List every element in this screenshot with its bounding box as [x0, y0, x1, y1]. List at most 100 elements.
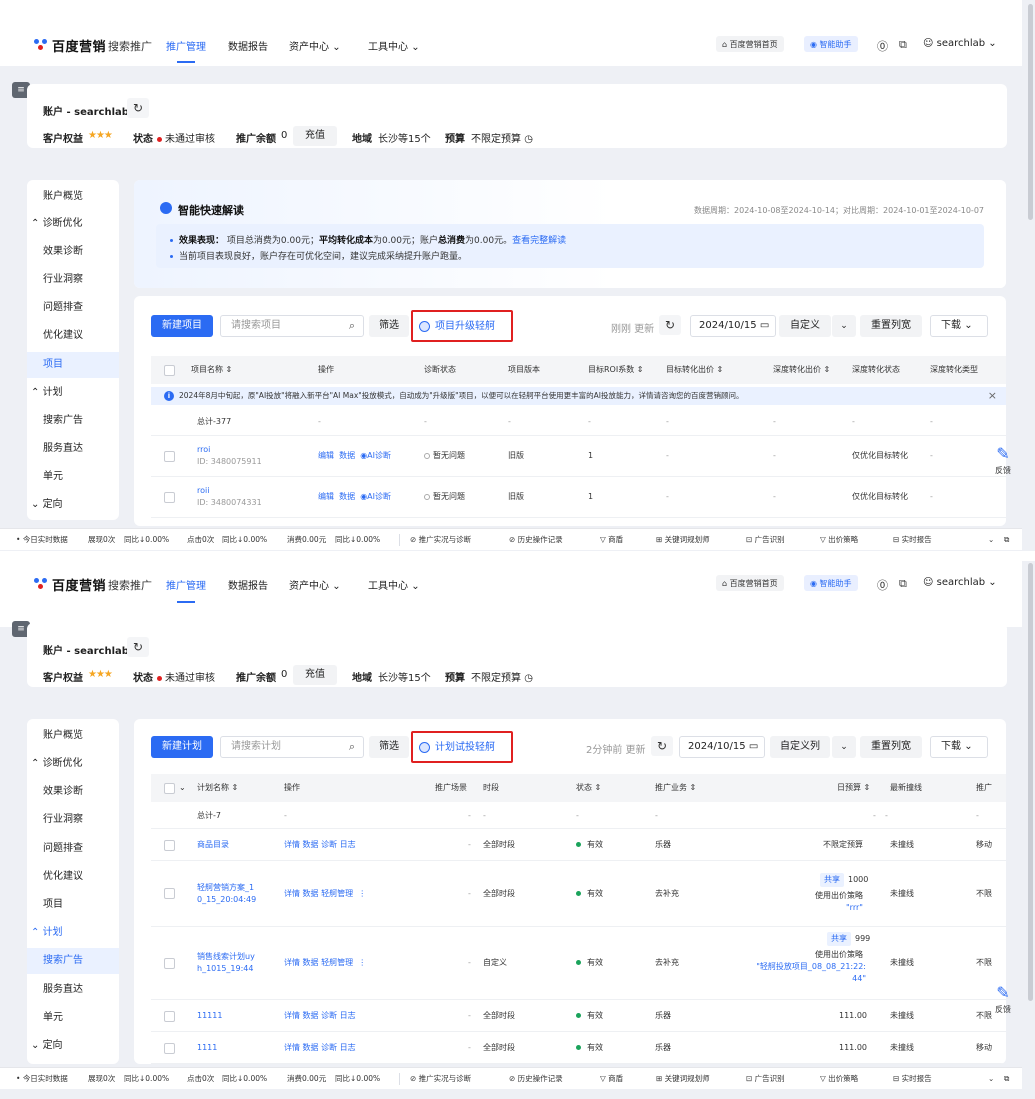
chevron-down-icon[interactable]: ⌄ — [179, 774, 186, 802]
daily-budget[interactable]: 111.00 — [839, 1042, 867, 1054]
sidebar-group-targeting[interactable]: ⌄ 定向 — [27, 492, 119, 518]
plan-search-input[interactable]: 请搜索计划 ⌕ — [220, 736, 364, 758]
tool-keyword-planner[interactable]: ⊞ 关键词规划师 — [656, 1073, 710, 1085]
tool-realtime-report[interactable]: ⊟ 实时报告 — [893, 534, 932, 546]
bid-strategy-link[interactable]: "rrr" — [846, 902, 863, 914]
download-button[interactable]: 下载 ⌄ — [930, 736, 988, 758]
copy-icon[interactable]: ⧉ — [899, 577, 907, 591]
nav-promotion-management[interactable]: 推广管理 — [166, 577, 206, 592]
row-checkbox[interactable] — [164, 840, 175, 851]
search-icon[interactable]: ⌕ — [349, 737, 355, 757]
smart-assistant-button[interactable]: ◉ 智能助手 — [804, 36, 858, 52]
custom-columns-button[interactable]: 自定义列 — [770, 736, 830, 758]
sidebar-item-unit[interactable]: 单元 — [27, 1005, 119, 1031]
chevron-down-icon[interactable]: ⌄ — [988, 1073, 994, 1085]
qingge-manage-link[interactable]: 轻舸管理 — [321, 958, 353, 967]
sidebar-item-industry-insight[interactable]: 行业洞察 — [27, 267, 119, 293]
data-link[interactable]: 数据 — [303, 1011, 319, 1020]
plan-trial-button[interactable]: 计划试投轻舸 — [419, 740, 495, 756]
tool-ad-recognition[interactable]: ⊡ 广告识别 — [746, 1073, 785, 1085]
daily-budget[interactable]: 不限定预算 — [823, 839, 863, 851]
region-value[interactable]: 长沙等15个 — [378, 130, 431, 145]
nav-data-report[interactable]: 数据报告 — [228, 38, 268, 53]
table-refresh-icon[interactable]: ↻ — [659, 315, 681, 335]
help-icon[interactable]: ⓪ — [877, 577, 888, 593]
nav-asset-center[interactable]: 资产中心 ⌄ — [289, 38, 341, 53]
data-link[interactable]: 数据 — [339, 451, 355, 460]
feedback-button[interactable]: ✎ 反馈 — [990, 982, 1016, 1024]
chevron-down-icon[interactable]: ⌄ — [988, 534, 994, 546]
project-name-link[interactable]: roii — [197, 485, 209, 497]
detail-link[interactable]: 详情 — [284, 1043, 300, 1052]
reset-column-width-button[interactable]: 重置列宽 — [860, 315, 922, 337]
sidebar-group-targeting[interactable]: ⌄ 定向 — [27, 1033, 119, 1059]
plan-name-link[interactable]: 销售线索计划uy h_1015_19:44 — [197, 951, 255, 975]
row-checkbox[interactable] — [164, 888, 175, 899]
tool-shangdun[interactable]: ▽ 商盾 — [600, 1073, 623, 1085]
log-link[interactable]: 日志 — [340, 1011, 356, 1020]
filter-button[interactable]: 筛选 — [369, 736, 409, 758]
smart-assistant-button[interactable]: ◉ 智能助手 — [804, 575, 858, 591]
expand-icon[interactable]: ⧉ — [1004, 1073, 1009, 1085]
baidu-marketing-home-button[interactable]: ⌂ 百度营销首页 — [716, 36, 784, 52]
sidebar-item-unit[interactable]: 单元 — [27, 464, 119, 490]
daily-budget[interactable]: 111.00 — [839, 1010, 867, 1022]
tool-bid-strategy[interactable]: ▽ 出价策略 — [820, 1073, 858, 1085]
daily-budget[interactable]: 共享 999 — [827, 932, 870, 946]
edit-link[interactable]: 编辑 — [318, 451, 334, 460]
more-icon[interactable]: ⋮ — [358, 958, 366, 967]
date-picker[interactable]: 2024/10/15 ▭ — [679, 736, 765, 758]
tool-ad-recognition[interactable]: ⊡ 广告识别 — [746, 534, 785, 546]
reset-column-width-button[interactable]: 重置列宽 — [860, 736, 922, 758]
select-all-checkbox[interactable] — [164, 783, 175, 794]
project-upgrade-button[interactable]: 项目升级轻舸 — [419, 319, 495, 335]
sidebar-item-effect-diagnosis[interactable]: 效果诊断 — [27, 779, 119, 805]
plan-name-link[interactable]: 轻舸营销方案_1 0_15_20:04:49 — [197, 882, 256, 906]
copy-icon[interactable]: ⧉ — [899, 38, 907, 52]
sidebar-item-industry-insight[interactable]: 行业洞察 — [27, 807, 119, 833]
sidebar-item-optimization[interactable]: 优化建议 — [27, 864, 119, 890]
filter-button[interactable]: 筛选 — [369, 315, 409, 337]
budget-value[interactable]: 不限定预算 ◷ — [471, 130, 533, 145]
tool-live-diagnosis[interactable]: ⊘ 推广实况与诊断 — [410, 1073, 471, 1085]
row-checkbox[interactable] — [164, 958, 175, 969]
baidu-logo[interactable]: 百度营销 搜索推广 — [34, 575, 152, 594]
row-checkbox[interactable] — [164, 1011, 175, 1022]
sidebar-group-plan[interactable]: ⌃ 计划 — [27, 380, 119, 406]
region-value[interactable]: 长沙等15个 — [378, 669, 431, 684]
more-icon[interactable]: ⋮ — [358, 889, 366, 898]
daily-budget[interactable]: 共享 1000 — [820, 873, 868, 887]
sidebar-item-search-ads[interactable]: 搜索广告 — [27, 948, 119, 974]
detail-link[interactable]: 详情 — [284, 958, 300, 967]
sidebar-item-troubleshooting[interactable]: 问题排查 — [27, 836, 119, 862]
header-plan-name[interactable]: 计划名称 ⇕ — [197, 774, 238, 802]
charge-button[interactable]: 充值 — [293, 126, 337, 146]
project-name-link[interactable]: rroi — [197, 444, 210, 456]
chevron-down-icon[interactable]: ⌄ — [832, 315, 856, 337]
data-link[interactable]: 数据 — [303, 958, 319, 967]
detail-link[interactable]: 详情 — [284, 840, 300, 849]
ai-diagnosis-link[interactable]: ◉AI诊断 — [360, 492, 391, 501]
tool-history[interactable]: ⊘ 历史操作记录 — [509, 534, 563, 546]
header-business[interactable]: 推广业务 ⇕ — [655, 774, 696, 802]
sidebar-group-diagnosis[interactable]: ⌃ 诊断优化 — [27, 751, 119, 777]
nav-promotion-management[interactable]: 推广管理 — [166, 38, 206, 53]
detail-link[interactable]: 详情 — [284, 1011, 300, 1020]
baidu-marketing-home-button[interactable]: ⌂ 百度营销首页 — [716, 575, 784, 591]
header-status[interactable]: 状态 ⇕ — [576, 774, 601, 802]
diagnosis-link[interactable]: 诊断 — [321, 1043, 337, 1052]
tool-history[interactable]: ⊘ 历史操作记录 — [509, 1073, 563, 1085]
project-search-input[interactable]: 请搜索项目 ⌕ — [220, 315, 364, 337]
search-icon[interactable]: ⌕ — [349, 316, 355, 336]
ai-diagnosis-link[interactable]: ◉AI诊断 — [360, 451, 391, 460]
data-link[interactable]: 数据 — [303, 840, 319, 849]
sidebar-item-troubleshooting[interactable]: 问题排查 — [27, 295, 119, 321]
page-scrollbar[interactable] — [1028, 4, 1033, 220]
header-daily-budget[interactable]: 日预算 ⇕ — [837, 774, 870, 802]
expand-icon[interactable]: ⧉ — [1004, 534, 1009, 546]
sidebar-item-project[interactable]: 项目 — [27, 352, 119, 378]
account-refresh-icon[interactable]: ↻ — [127, 637, 149, 657]
new-plan-button[interactable]: 新建计划 — [151, 736, 213, 758]
sidebar-item-effect-diagnosis[interactable]: 效果诊断 — [27, 239, 119, 265]
edit-link[interactable]: 编辑 — [318, 492, 334, 501]
